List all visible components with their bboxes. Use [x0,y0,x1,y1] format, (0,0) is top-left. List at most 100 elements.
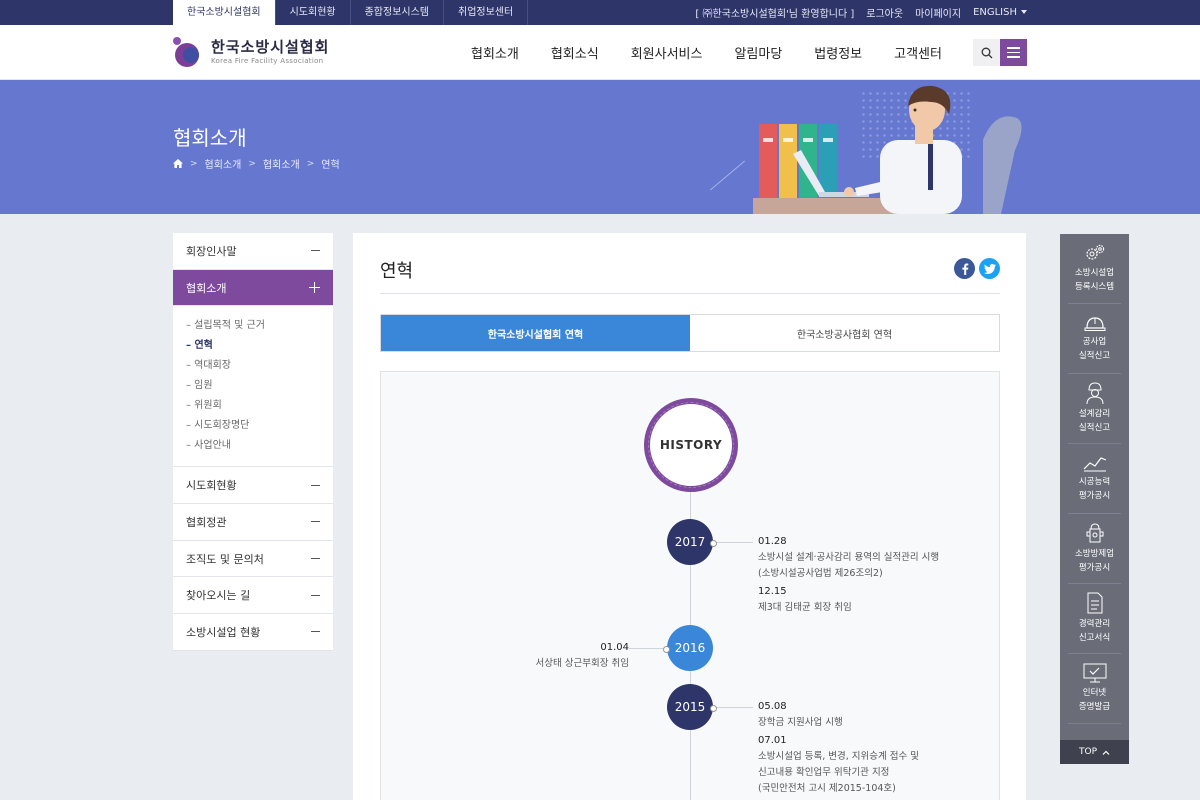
worker-icon [1086,382,1103,404]
search-button[interactable] [973,39,1000,66]
twitter-share-button[interactable] [979,258,1000,279]
submenu-item-current[interactable]: – 연혁 [186,336,320,356]
tab-kffa-history[interactable]: 한국소방시설협회 연혁 [381,315,690,351]
side-menu-item[interactable]: 협회정관 [173,504,333,541]
office-worker-illustration [753,85,1022,214]
chevron-up-icon [1102,750,1110,755]
side-menu-item[interactable]: 찾아오시는 길 [173,577,333,615]
nav-support[interactable]: 고객센터 [894,43,942,62]
side-submenu: – 설립목적 및 근거 – 연혁 – 역대회장 – 임원 – 위원회 – 시도회… [173,306,333,468]
mypage-link[interactable]: 마이페이지 [915,5,961,20]
welcome-text: [ ㈜한국소방시설협회'님 환영합니다 ] [695,9,855,20]
submenu-item[interactable]: – 설립목적 및 근거 [186,316,320,336]
event-date: 01.04 [600,642,629,653]
nav-notice[interactable]: 알림마당 [734,43,782,62]
tab-job-center[interactable]: 취업정보센터 [444,0,529,25]
event-text: 소방시설 설계·공사감리 용역의 실적관리 시행 [758,552,940,563]
year-badge: 2017 [667,519,713,565]
side-menu: 회장인사말 협회소개 – 설립목적 및 근거 – 연혁 – 역대회장 – 임원 … [173,233,333,651]
chart-icon [1083,457,1106,472]
logout-link[interactable]: 로그아웃 [866,5,903,20]
event-text: 장학금 지원사업 시행 [758,717,843,728]
quick-construction-report[interactable]: 공사업 실적신고 [1068,304,1121,374]
nav-member-service[interactable]: 회원사서비스 [631,43,703,62]
tab-kffa[interactable]: 한국소방시설협회 [173,0,276,25]
quick-menu: 소방시설업 등록시스템 공사업 실적신고 설계감리 실적신고 시공능력 평가공시 소방방… [1060,234,1129,764]
side-menu-item-active[interactable]: 협회소개 [173,269,333,307]
event-text: 신고내용 확인업무 위탁기관 지정 [758,767,890,778]
side-menu-item[interactable]: 조직도 및 문의처 [173,541,333,578]
event-date: 12.15 [758,586,787,597]
quick-design-report[interactable]: 설계감리 실적신고 [1068,374,1121,444]
event-text: (국민안전처 고시 제2015-104호) [758,783,896,794]
logo-mark-icon [173,37,205,67]
logo-english: Korea Fire Facility Association [211,56,324,65]
language-select[interactable]: ENGLISH [973,7,1027,18]
submenu-item[interactable]: – 사업안내 [186,436,320,456]
history-label: HISTORY [659,438,723,452]
document-icon [1087,592,1102,614]
share-buttons [954,258,1000,279]
side-menu-item[interactable]: 시도회현황 [173,467,333,505]
timeline-entry: 01.04 서상태 상근부회장 취임 [421,640,629,672]
timeline-entry: 01.28 소방시설 설계·공사감리 용역의 실적관리 시행 (소방시설공사업법… [758,534,988,616]
quick-career-forms[interactable]: 경력관리 신고서식 [1068,584,1121,654]
breadcrumb: > 협회소개 > 협회소개 > 연혁 [173,156,340,171]
nav-about[interactable]: 협회소개 [471,43,519,62]
event-text: 소방시설업 등록, 변경, 지위승계 접수 및 [758,751,919,762]
quick-registration-system[interactable]: 소방시설업 등록시스템 [1068,234,1121,304]
timeline-connector [710,705,753,712]
chevron-right-icon: > [248,158,256,169]
twitter-icon [983,263,996,274]
content-heading: 연혁 [380,261,414,282]
sub-visual-banner: 협회소개 > 협회소개 > 협회소개 > 연혁 [0,80,1200,214]
history-timeline: HISTORY 2017 01.28 소방시설 설계·공사감리 용역의 실적관리… [380,371,1000,800]
main-nav: 협회소개 협회소식 회원사서비스 알림마당 법령정보 고객센터 [471,25,942,80]
caret-down-icon [1021,10,1027,14]
gears-icon [1085,244,1104,260]
breadcrumb-item[interactable]: 협회소개 [205,156,242,171]
facebook-icon [961,263,968,275]
side-menu-item[interactable]: 회장인사말 [173,233,333,270]
chevron-right-icon: > [190,158,198,169]
minus-icon [311,631,320,633]
submenu-item[interactable]: – 시도회장명단 [186,416,320,436]
utility-bar: 한국소방시설협회 시도회현황 종합정보시스템 취업정보센터 [ ㈜한국소방시설협… [0,0,1200,25]
facebook-share-button[interactable] [954,258,975,279]
year-badge: 2016 [667,625,713,671]
year-badge: 2015 [667,684,713,730]
helmet-icon [1084,317,1105,331]
side-menu-item[interactable]: 소방시설업 현황 [173,614,333,651]
nav-news[interactable]: 협회소식 [551,43,599,62]
decorative-line [709,160,746,191]
event-date: 05.08 [758,701,787,712]
sitemap-menu-button[interactable] [1000,39,1027,66]
language-label: ENGLISH [973,7,1017,18]
history-badge: HISTORY [644,398,738,492]
user-utility-links: [ ㈜한국소방시설협회'님 환영합니다 ] 로그아웃 마이페이지 ENGLISH [695,0,1027,25]
breadcrumb-item[interactable]: 협회소개 [263,156,300,171]
quick-fireproof-evaluation[interactable]: 소방방제업 평가공시 [1068,514,1121,584]
event-date: 07.01 [758,735,787,746]
timeline-connector [710,540,753,547]
event-text: 서상태 상근부회장 취임 [535,658,629,669]
search-icon [981,47,992,58]
submenu-item[interactable]: – 역대회장 [186,356,320,376]
nav-law[interactable]: 법령정보 [814,43,862,62]
minus-icon [311,250,320,252]
tab-info-system[interactable]: 종합정보시스템 [351,0,445,25]
history-tabs: 한국소방시설협회 연혁 한국소방공사협회 연혁 [380,314,1000,352]
monitor-icon [1083,663,1106,683]
event-text: (소방시설공사업법 제26조의2) [758,568,883,579]
submenu-item[interactable]: – 임원 [186,376,320,396]
tab-branch-status[interactable]: 시도회현황 [276,0,351,25]
breadcrumb-current: 연혁 [321,160,340,171]
submenu-item[interactable]: – 위원회 [186,396,320,416]
quick-certificate-issue[interactable]: 인터넷 증명발급 [1068,654,1121,724]
site-header: 한국소방시설협회 Korea Fire Facility Association… [0,25,1200,80]
quick-capability-evaluation[interactable]: 시공능력 평가공시 [1068,444,1121,514]
tab-kfca-history[interactable]: 한국소방공사협회 연혁 [690,315,999,351]
scroll-top-button[interactable]: TOP [1060,740,1129,764]
logo[interactable]: 한국소방시설협회 Korea Fire Facility Association [173,37,329,67]
home-icon[interactable] [173,159,183,168]
